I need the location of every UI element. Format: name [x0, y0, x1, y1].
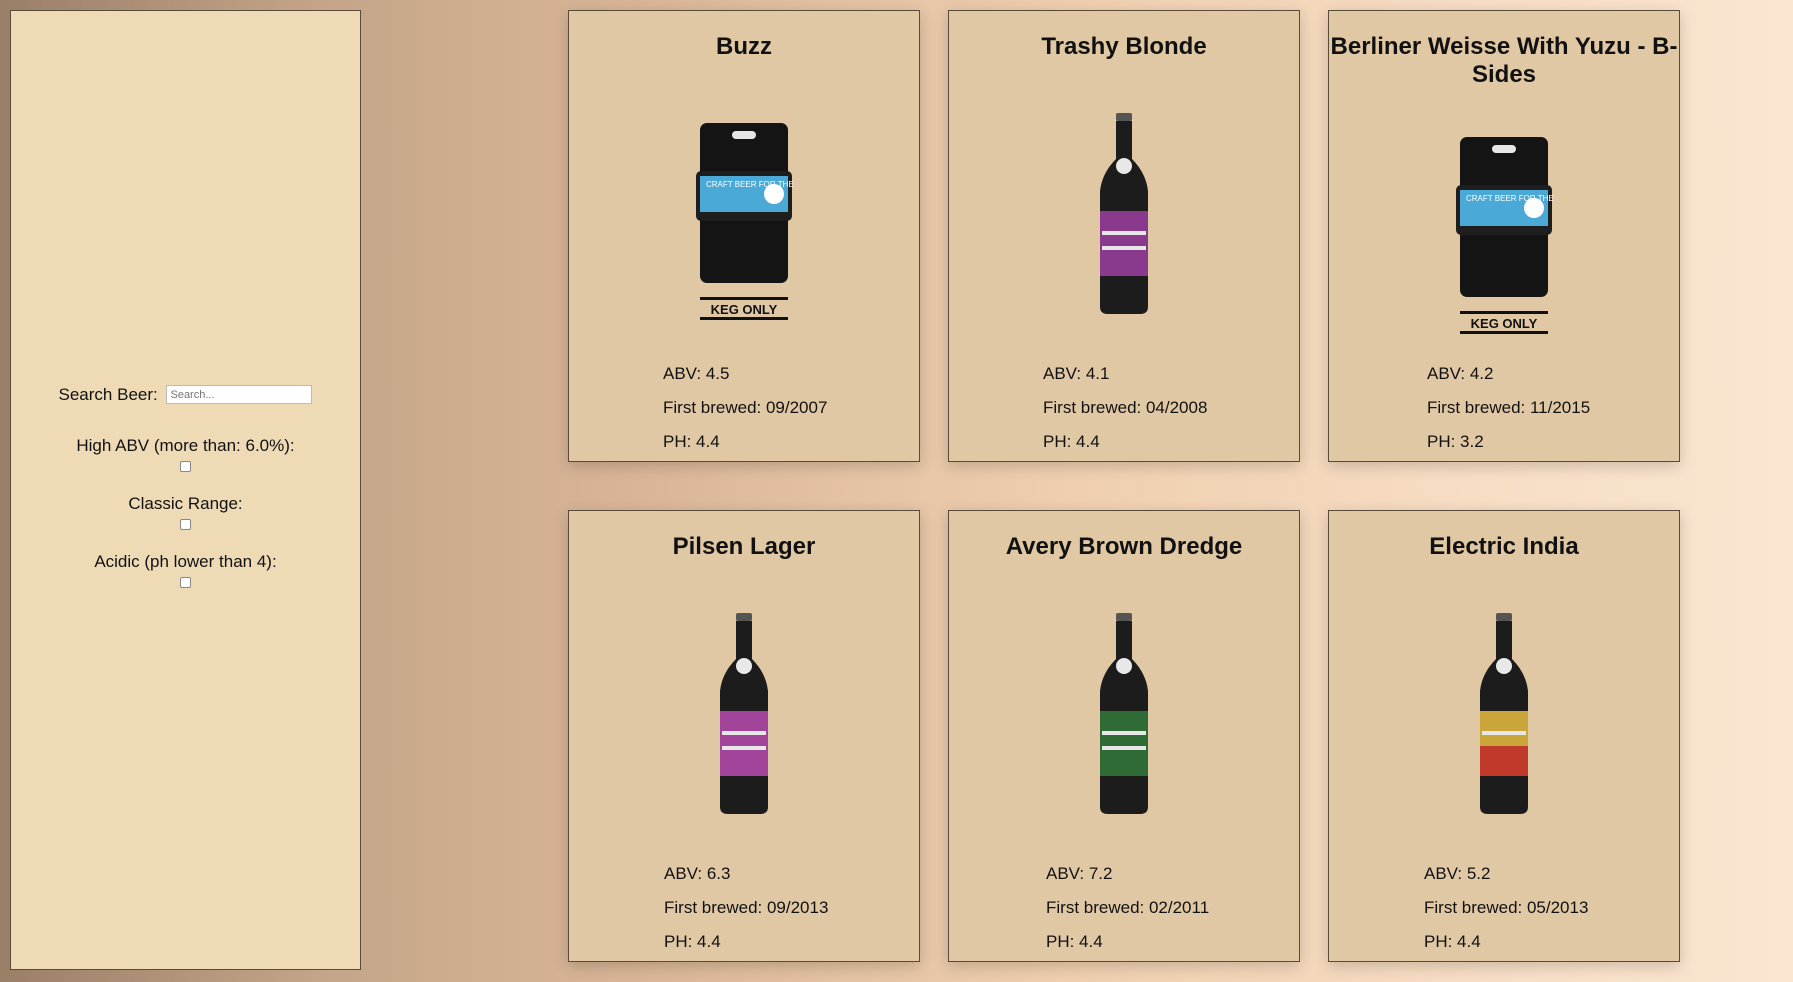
- filter-high-abv: High ABV (more than: 6.0%):: [11, 436, 360, 472]
- filter-high-abv-label: High ABV (more than: 6.0%):: [76, 436, 295, 455]
- bottle-icon: [949, 611, 1299, 816]
- beer-ph: PH: 3.2: [1427, 432, 1484, 451]
- keg-only-label: KEG ONLY: [711, 302, 778, 317]
- filter-classic-range: Classic Range:: [11, 494, 360, 530]
- bottle-icon: [569, 611, 919, 816]
- keg-icon: CRAFT BEER FOR THE PEOPLE KEG ONLY: [569, 111, 919, 321]
- beer-first-brewed: First brewed: 02/2011: [1046, 898, 1210, 917]
- search-row: Search Beer:: [11, 384, 360, 405]
- beer-name: Buzz: [716, 33, 772, 60]
- beer-card: Buzz CRAFT BEER FOR THE PEOPLE KEG ONLY …: [568, 10, 920, 462]
- keg-only-label: KEG ONLY: [1471, 316, 1538, 331]
- high-abv-checkbox[interactable]: [180, 461, 191, 472]
- beer-abv: ABV: 4.2: [1427, 364, 1494, 383]
- beer-first-brewed: First brewed: 11/2015: [1427, 398, 1591, 417]
- beer-info: ABV: 4.1 First brewed: 04/2008 PH: 4.4: [1043, 357, 1207, 459]
- classic-range-checkbox[interactable]: [180, 519, 191, 530]
- keg-icon: CRAFT BEER FOR THE PEOPLE KEG ONLY: [1329, 125, 1679, 335]
- search-label: Search Beer:: [58, 384, 158, 404]
- beer-card: Berliner Weisse With Yuzu - B-Sides CRAF…: [1328, 10, 1680, 462]
- beer-info: ABV: 6.3 First brewed: 09/2013 PH: 4.4: [664, 857, 828, 959]
- beer-abv: ABV: 6.3: [664, 864, 731, 883]
- beer-card: Trashy Blonde ABV: 4.1 First brewed: 04/…: [948, 10, 1300, 462]
- filter-acidic-label: Acidic (ph lower than 4):: [94, 552, 277, 571]
- beer-card: Pilsen Lager ABV: 6.3 First brewed: 09/2…: [568, 510, 920, 962]
- filter-sidebar: Search Beer: High ABV (more than: 6.0%):…: [10, 10, 361, 970]
- beer-info: ABV: 5.2 First brewed: 05/2013 PH: 4.4: [1424, 857, 1588, 959]
- beer-abv: ABV: 5.2: [1424, 864, 1491, 883]
- acidic-checkbox[interactable]: [180, 577, 191, 588]
- beer-name: Trashy Blonde: [1041, 33, 1207, 60]
- beer-abv: ABV: 7.2: [1046, 864, 1113, 883]
- filter-acidic: Acidic (ph lower than 4):: [11, 552, 360, 588]
- beer-info: ABV: 4.2 First brewed: 11/2015 PH: 3.2: [1427, 357, 1590, 459]
- beer-ph: PH: 4.4: [664, 932, 721, 951]
- beer-abv: ABV: 4.5: [663, 364, 730, 383]
- filter-classic-range-label: Classic Range:: [128, 494, 243, 513]
- beer-first-brewed: First brewed: 09/2007: [663, 398, 828, 417]
- beer-ph: PH: 4.4: [1046, 932, 1103, 951]
- search-input[interactable]: [166, 385, 313, 405]
- beer-abv: ABV: 4.1: [1043, 364, 1110, 383]
- beer-name: Electric India: [1429, 533, 1579, 560]
- beer-first-brewed: First brewed: 05/2013: [1424, 898, 1589, 917]
- beer-ph: PH: 4.4: [1043, 432, 1100, 451]
- beer-ph: PH: 4.4: [663, 432, 720, 451]
- beer-name: Avery Brown Dredge: [1005, 533, 1243, 560]
- beer-ph: PH: 4.4: [1424, 932, 1481, 951]
- bottle-icon: [1329, 611, 1679, 816]
- beer-name: Berliner Weisse With Yuzu - B-Sides: [1330, 33, 1678, 88]
- bottle-icon: [949, 111, 1299, 316]
- beer-first-brewed: First brewed: 09/2013: [664, 898, 829, 917]
- beer-info: ABV: 7.2 First brewed: 02/2011 PH: 4.4: [1046, 857, 1209, 959]
- beer-name: Pilsen Lager: [672, 533, 816, 560]
- beer-card: Avery Brown Dredge ABV: 7.2 First brewed…: [948, 510, 1300, 962]
- beer-card: Electric India ABV: 5.2 First brewed: 05…: [1328, 510, 1680, 962]
- beer-first-brewed: First brewed: 04/2008: [1043, 398, 1208, 417]
- beer-info: ABV: 4.5 First brewed: 09/2007 PH: 4.4: [663, 357, 827, 459]
